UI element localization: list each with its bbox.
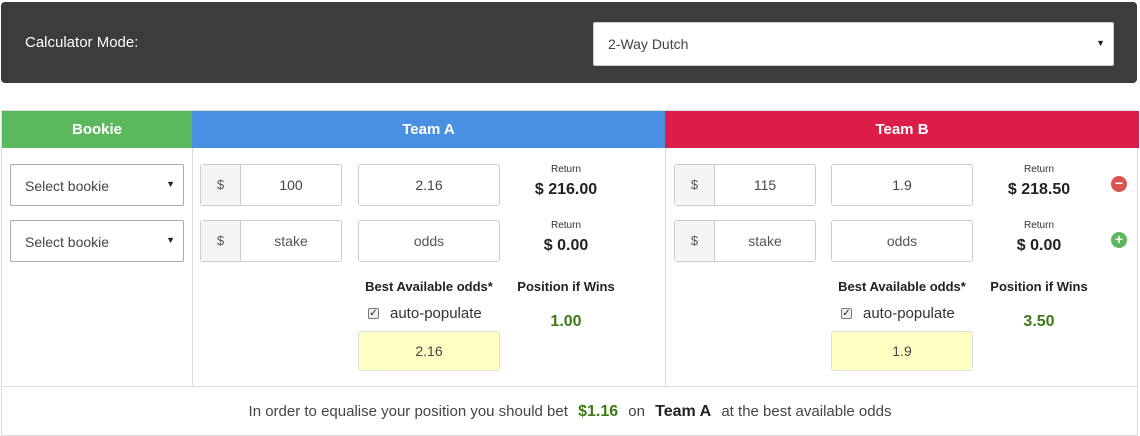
team-a-column-header: Team A [192,111,665,148]
team-a-position-value: 1.00 [550,313,582,330]
team-b-return-value-row-2: $ 0.00 [1016,237,1062,254]
bookie-select-label: Select bookie [25,178,110,194]
team-a-auto-populate-label: auto-populate [390,305,482,322]
caret-down-icon: ▼ [1096,38,1105,48]
calculator-mode-bar: Calculator Mode: 2-Way Dutch ▼ [1,2,1137,83]
team-a-best-odds-value: 2.16 [358,331,500,371]
team-a-return-value-row-2: $ 0.00 [543,237,589,254]
team-b-auto-populate-label: auto-populate [863,305,955,322]
team-a-best-odds-label: Best Available odds* [365,279,493,294]
currency-addon: $ [201,221,241,261]
team-b-column-header: Team B [665,111,1139,148]
team-b-position-label: Position if Wins [990,279,1088,294]
bookie-column-header: Bookie [2,111,192,148]
dutch-calculator-panel: Bookie Team A Team B Select bookie ▼ Sel… [1,110,1139,436]
currency-addon: $ [201,165,241,205]
team-b-auto-populate-checkbox[interactable]: ✓ [841,308,852,319]
team-a-return-value-row-1: $ 216.00 [534,181,598,198]
recommendation-text: In order to equalise your position you s… [2,403,1138,421]
currency-addon: $ [675,165,715,205]
recommendation-prefix: In order to equalise your position you s… [248,403,568,420]
column-divider [192,148,193,386]
recommendation-suffix: at the best available odds [721,403,892,420]
team-a-auto-populate-checkbox[interactable]: ✓ [368,308,379,319]
recommended-team: Team A [655,403,712,420]
add-row-icon[interactable]: + [1111,232,1127,248]
team-b-best-odds-value: 1.9 [831,331,973,371]
recommended-amount: $1.16 [578,403,619,420]
bookie-select-row-2[interactable]: Select bookie ▼ [10,220,184,262]
column-divider [665,148,666,386]
calculator-mode-value: 2-Way Dutch [608,36,689,52]
remove-row-icon[interactable]: − [1111,176,1127,192]
team-b-odds-input-row-1[interactable] [831,164,973,206]
team-b-best-odds-label: Best Available odds* [838,279,966,294]
team-b-position-value: 3.50 [1023,313,1055,330]
team-b-stake-input-row-1[interactable] [715,165,815,205]
calculator-mode-label: Calculator Mode: [25,34,139,51]
team-a-position-label: Position if Wins [517,279,615,294]
recommendation-on: on [628,403,645,420]
team-a-odds-input-row-1[interactable] [358,164,500,206]
team-b-odds-input-row-2[interactable] [831,220,973,262]
calculator-mode-select[interactable]: 2-Way Dutch ▼ [593,22,1114,66]
footer-divider [2,386,1138,387]
team-a-stake-input-row-2[interactable] [241,221,341,261]
team-a-stake-group-row-1: $ [200,164,342,206]
team-b-return-label-row-1: Return [1023,164,1054,175]
team-a-odds-input-row-2[interactable] [358,220,500,262]
team-b-stake-input-row-2[interactable] [715,221,815,261]
currency-addon: $ [675,221,715,261]
team-a-return-label-row-1: Return [550,164,581,175]
team-a-stake-input-row-1[interactable] [241,165,341,205]
team-a-return-label-row-2: Return [550,220,581,231]
team-b-return-value-row-1: $ 218.50 [1007,181,1071,198]
team-b-stake-group-row-1: $ [674,164,816,206]
bookie-select-row-1[interactable]: Select bookie ▼ [10,164,184,206]
team-b-return-label-row-2: Return [1023,220,1054,231]
bookie-select-label: Select bookie [25,234,110,250]
caret-down-icon: ▼ [166,235,175,245]
team-b-stake-group-row-2: $ [674,220,816,262]
team-a-stake-group-row-2: $ [200,220,342,262]
caret-down-icon: ▼ [166,179,175,189]
